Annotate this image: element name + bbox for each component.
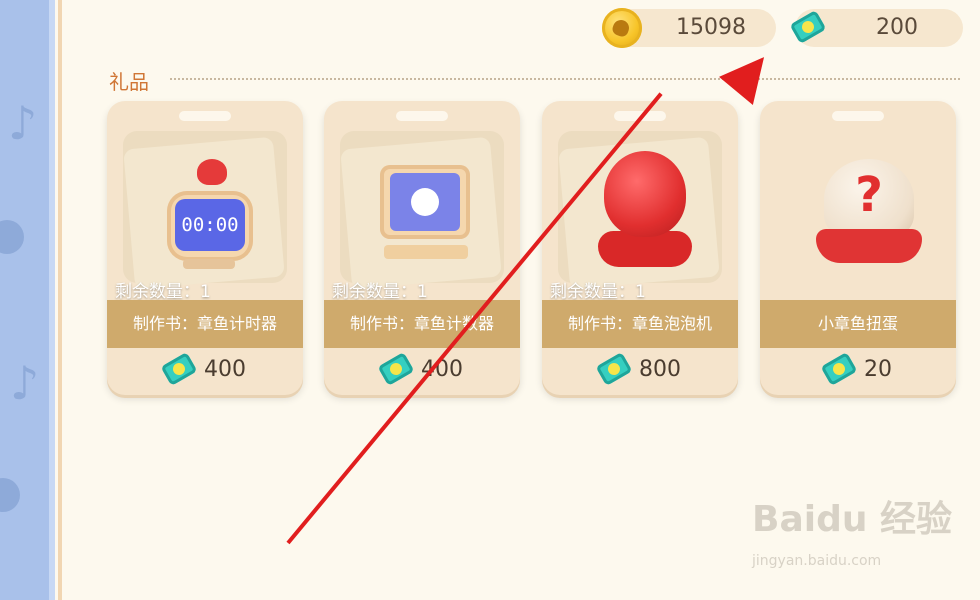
capsule-band [816, 229, 922, 263]
gift-art: 00:00 [123, 131, 287, 290]
gift-art [340, 131, 504, 290]
decorative-heart-icon [0, 478, 20, 512]
gift-card-octopus-counter[interactable]: 剩余数量：1 制作书：章鱼计数器 400 [324, 101, 520, 395]
question-mark-icon: ? [855, 167, 883, 223]
octopus-logo-icon [411, 188, 439, 216]
gift-card-octopus-timer[interactable]: 00:00 剩余数量：1 制作书：章鱼计时器 400 [107, 101, 303, 395]
gift-price: 400 [107, 351, 303, 387]
gift-price-value: 20 [864, 357, 892, 382]
music-note-icon: ♪ [10, 356, 40, 410]
watermark-url: jingyan.baidu.com [752, 553, 882, 569]
gift-card-octopus-bubble-machine[interactable]: 剩余数量：1 制作书：章鱼泡泡机 800 [542, 101, 738, 395]
decorative-heart-icon [0, 220, 24, 254]
watermark-brand: Baidu 经验 [752, 499, 953, 540]
gift-art [558, 131, 722, 290]
ticket-icon [820, 351, 858, 387]
octopus-bubble-machine-icon [604, 151, 686, 237]
gift-card-mystery-capsule[interactable]: ? 小章鱼扭蛋 20 [760, 101, 956, 395]
content-border [58, 0, 62, 600]
coin-balance-value: 15098 [676, 15, 746, 40]
gift-art: ? [776, 131, 940, 283]
timer-base [183, 259, 235, 269]
section-title: 礼品 [109, 70, 149, 94]
timer-display: 00:00 [175, 199, 245, 251]
ticket-icon [377, 351, 415, 387]
card-hanger [396, 111, 448, 121]
octopus-icon [197, 159, 227, 185]
coin-balance[interactable]: 15098 [602, 8, 776, 48]
gift-price: 20 [760, 351, 956, 387]
ticket-icon [595, 351, 633, 387]
ticket-balance[interactable]: 200 [789, 9, 963, 47]
section-divider [170, 78, 960, 80]
stock-remaining: 剩余数量：1 [115, 282, 211, 302]
side-panel-edge [49, 0, 55, 600]
gift-name: 制作书：章鱼计数器 [324, 300, 520, 348]
left-side-panel: ♪ ♪ [0, 0, 55, 600]
stock-remaining: 剩余数量：1 [332, 282, 428, 302]
watermark: Baidu 经验 jingyan.baidu.com [752, 500, 952, 570]
ticket-icon [160, 351, 198, 387]
gift-name: 制作书：章鱼泡泡机 [542, 300, 738, 348]
music-note-icon: ♪ [8, 96, 38, 150]
gift-name: 小章鱼扭蛋 [760, 300, 956, 348]
stock-remaining: 剩余数量：1 [550, 282, 646, 302]
ticket-balance-value: 200 [876, 15, 918, 40]
gift-price-value: 800 [639, 357, 681, 382]
gift-price-value: 400 [204, 357, 246, 382]
card-hanger [832, 111, 884, 121]
gift-price: 800 [542, 351, 738, 387]
card-hanger [179, 111, 231, 121]
counter-stand [384, 245, 468, 259]
annotation-arrow-head-icon [719, 43, 781, 105]
gift-name: 制作书：章鱼计时器 [107, 300, 303, 348]
